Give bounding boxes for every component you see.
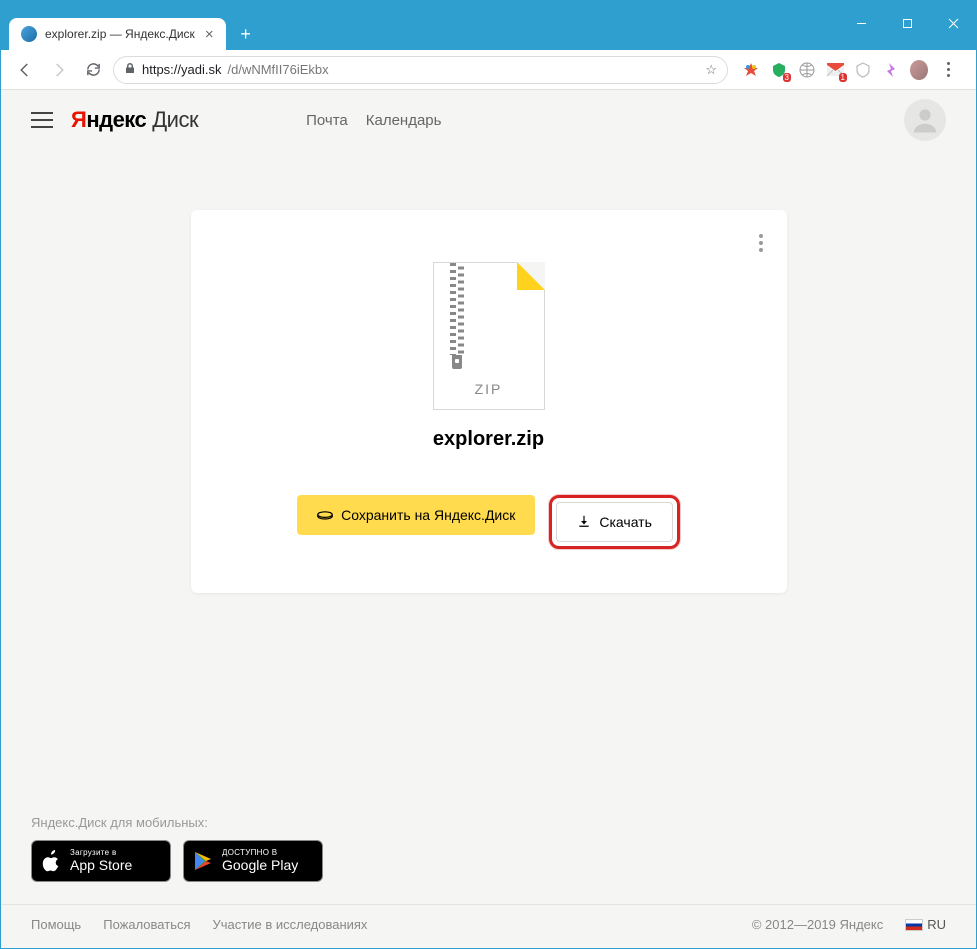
header-links: Почта Календарь <box>306 112 441 129</box>
nav-calendar[interactable]: Календарь <box>366 112 442 129</box>
download-label: Скачать <box>599 514 652 530</box>
window-controls <box>838 8 976 38</box>
extension-mail-icon[interactable]: 1 <box>826 61 844 79</box>
url-host: https://yadi.sk <box>142 62 221 77</box>
store-badges: Загрузите в App Store ДОСТУПНО В Google … <box>31 840 946 882</box>
ru-flag-icon <box>905 919 923 931</box>
profile-avatar-icon[interactable] <box>910 61 928 79</box>
lock-icon <box>124 62 136 78</box>
extension-icons: 3 1 <box>734 61 966 79</box>
close-window-button[interactable] <box>930 8 976 38</box>
page-footer: Яндекс.Диск для мобильных: Загрузите в A… <box>1 815 976 948</box>
favicon-icon <box>21 26 37 42</box>
url-path: /d/wNMfII76iEkbx <box>227 62 328 77</box>
download-highlight: Скачать <box>549 495 680 549</box>
footer-help[interactable]: Помощь <box>31 917 81 932</box>
googleplay-badge[interactable]: ДОСТУПНО В Google Play <box>183 840 323 882</box>
address-field[interactable]: https://yadi.sk/d/wNMfII76iEkbx ☆ <box>113 56 728 84</box>
extension-spark-icon[interactable] <box>882 61 900 79</box>
footer-research[interactable]: Участие в исследованиях <box>213 917 368 932</box>
nav-mail[interactable]: Почта <box>306 112 348 129</box>
disk-icon <box>317 506 333 524</box>
footer-copyright: © 2012—2019 Яндекс <box>752 917 883 932</box>
footer-row: Помощь Пожаловаться Участие в исследован… <box>31 917 946 932</box>
browser-menu-button[interactable] <box>938 62 958 77</box>
footer-report[interactable]: Пожаловаться <box>103 917 190 932</box>
maximize-button[interactable] <box>884 8 930 38</box>
file-actions: Сохранить на Яндекс.Диск Скачать <box>223 495 755 549</box>
yandex-disk-logo[interactable]: Яндекс Диск <box>71 107 198 133</box>
minimize-button[interactable] <box>838 8 884 38</box>
yandex-header: Яндекс Диск Почта Календарь <box>1 90 976 150</box>
zip-file-icon: ZIP <box>433 262 545 410</box>
extension-shield-icon[interactable] <box>854 61 872 79</box>
address-bar: https://yadi.sk/d/wNMfII76iEkbx ☆ 3 1 <box>1 50 976 90</box>
file-name: explorer.zip <box>223 428 755 451</box>
googleplay-icon <box>192 851 214 871</box>
forward-button[interactable] <box>45 56 73 84</box>
menu-burger-icon[interactable] <box>31 112 53 128</box>
file-ext-label: ZIP <box>475 381 503 397</box>
browser-window: explorer.zip — Яндекс.Диск × + <box>0 0 977 949</box>
download-button[interactable]: Скачать <box>556 502 673 542</box>
bookmark-star-icon[interactable]: ☆ <box>705 62 717 78</box>
appstore-badge[interactable]: Загрузите в App Store <box>31 840 171 882</box>
save-label: Сохранить на Яндекс.Диск <box>341 507 515 523</box>
reload-button[interactable] <box>79 56 107 84</box>
new-tab-button[interactable]: + <box>232 20 260 48</box>
browser-tab[interactable]: explorer.zip — Яндекс.Диск × <box>9 18 226 50</box>
apple-icon <box>40 850 62 872</box>
language-selector[interactable]: RU <box>905 917 946 932</box>
save-to-disk-button[interactable]: Сохранить на Яндекс.Диск <box>297 495 535 535</box>
tab-title: explorer.zip — Яндекс.Диск <box>45 27 195 41</box>
title-bar <box>1 1 976 11</box>
card-menu-button[interactable] <box>755 230 767 256</box>
file-card: ZIP explorer.zip Сохранить на Яндекс.Дис… <box>191 210 787 593</box>
tab-strip: explorer.zip — Яндекс.Диск × + <box>1 11 976 50</box>
extension-icon[interactable] <box>742 61 760 79</box>
extension-badge: 3 <box>783 73 791 82</box>
user-avatar[interactable] <box>904 99 946 141</box>
extension-globe-icon[interactable] <box>798 61 816 79</box>
back-button[interactable] <box>11 56 39 84</box>
extension-adblock-icon[interactable]: 3 <box>770 61 788 79</box>
download-icon <box>577 514 591 531</box>
extension-badge: 1 <box>839 73 847 82</box>
page-content: Яндекс Диск Почта Календарь ZIP explo <box>1 90 976 948</box>
mobile-caption: Яндекс.Диск для мобильных: <box>31 815 946 830</box>
tab-close-icon[interactable]: × <box>203 26 216 43</box>
